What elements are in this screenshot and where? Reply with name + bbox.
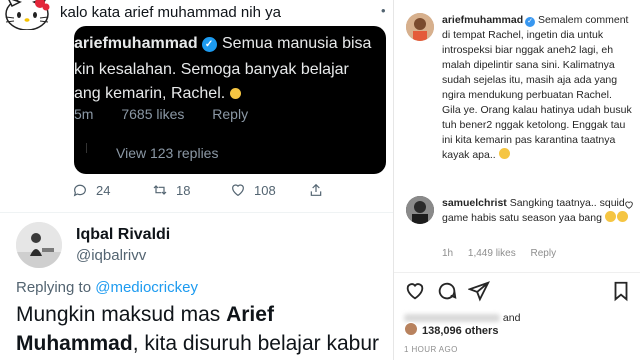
caption-username[interactable]: ariefmuhammad	[442, 14, 523, 26]
reply-tweet-text: Mungkin maksud mas Arief Muhammad, kita d…	[16, 303, 379, 355]
comment-time: 1h	[442, 248, 454, 259]
instagram-panel: ariefmuhammad ✓ Semalem comment di tempat…	[393, 0, 640, 360]
reply-button[interactable]: 24	[72, 182, 110, 198]
like-count: 108	[254, 182, 276, 198]
embedded-text-line3: ang kemarin, Rachel.	[74, 85, 241, 103]
embedded-screenshot[interactable]: ariefmuhammad ✓ Semua manusia bisa kin ke…	[74, 26, 386, 174]
user-photo-icon	[16, 222, 62, 268]
heart-icon[interactable]	[404, 280, 426, 302]
reply-author-name[interactable]: Iqbal Rivaldi	[76, 226, 170, 244]
reply-author-handle[interactable]: @iqbalrivv	[76, 247, 146, 264]
embedded-username: ariefmuhammad ✓	[74, 35, 221, 53]
share-button[interactable]	[308, 182, 324, 198]
embedded-time: 5m	[74, 106, 94, 122]
beer-emoji-icon	[229, 88, 241, 99]
embedded-text-line1: Semua manusia bisa	[222, 35, 372, 52]
reply-count: 24	[96, 182, 111, 198]
bookmark-icon[interactable]	[610, 280, 632, 302]
verified-badge-icon: ✓	[201, 37, 217, 52]
embedded-text-line2: kin kesalahan. Semoga banyak belajar	[74, 61, 349, 78]
heart-icon	[232, 184, 244, 197]
verified-badge-icon: ✓	[525, 17, 536, 27]
likes-count[interactable]: 138,096 others	[422, 325, 498, 337]
emoji-icon	[498, 148, 510, 159]
emoji-icon	[604, 211, 616, 222]
more-options-icon[interactable]: •	[381, 3, 386, 18]
avatar[interactable]	[16, 222, 62, 268]
embedded-reply: Reply	[212, 106, 249, 122]
view-replies-line	[86, 143, 87, 153]
like-button[interactable]: 108	[230, 182, 276, 198]
post-action-bar	[404, 280, 634, 304]
comment-like-icon[interactable]	[624, 200, 634, 210]
tweet-text: kalo kata arief muhammad nih ya	[60, 4, 281, 21]
retweet-icon	[153, 185, 167, 195]
comment-meta: 1h 1,449 likes Reply	[442, 248, 568, 259]
liked-by: and	[404, 312, 520, 324]
replying-to: Replying to @mediocrickey	[16, 279, 198, 296]
comment: samuelchrist Sangking taatnya.. squid ga…	[442, 196, 632, 226]
divider	[394, 272, 640, 273]
post-caption: ariefmuhammad ✓ Semalem comment di tempat…	[442, 14, 632, 161]
retweet-count: 18	[176, 182, 191, 198]
divider	[0, 212, 393, 213]
post-timestamp: 1 HOUR AGO	[404, 345, 458, 354]
share-icon	[310, 183, 322, 196]
avatar	[404, 322, 418, 336]
avatar[interactable]	[406, 13, 434, 41]
twitter-panel: kalo kata arief muhammad nih ya • ariefm…	[0, 0, 393, 360]
embedded-likes: 7685 likes	[121, 106, 185, 122]
send-icon[interactable]	[468, 280, 490, 302]
retweet-button[interactable]: 18	[152, 182, 190, 198]
tweet-action-bar: 24 18 108	[72, 182, 332, 200]
comment-username[interactable]: samuelchrist	[442, 197, 507, 209]
user-photo-icon	[406, 196, 434, 224]
blurred-username	[404, 314, 500, 322]
embedded-meta: 5m 7685 likes Reply	[74, 106, 272, 122]
mention-link[interactable]: @mediocrickey	[95, 279, 198, 296]
emoji-icon	[616, 211, 628, 222]
comment-icon[interactable]	[436, 280, 458, 302]
user-photo-icon	[406, 13, 434, 41]
avatar[interactable]	[406, 196, 434, 224]
comment-likes[interactable]: 1,449 likes	[468, 248, 516, 259]
comment-reply-button[interactable]: Reply	[531, 248, 557, 259]
hello-kitty-avatar[interactable]	[4, 0, 50, 30]
reply-icon	[73, 184, 86, 197]
